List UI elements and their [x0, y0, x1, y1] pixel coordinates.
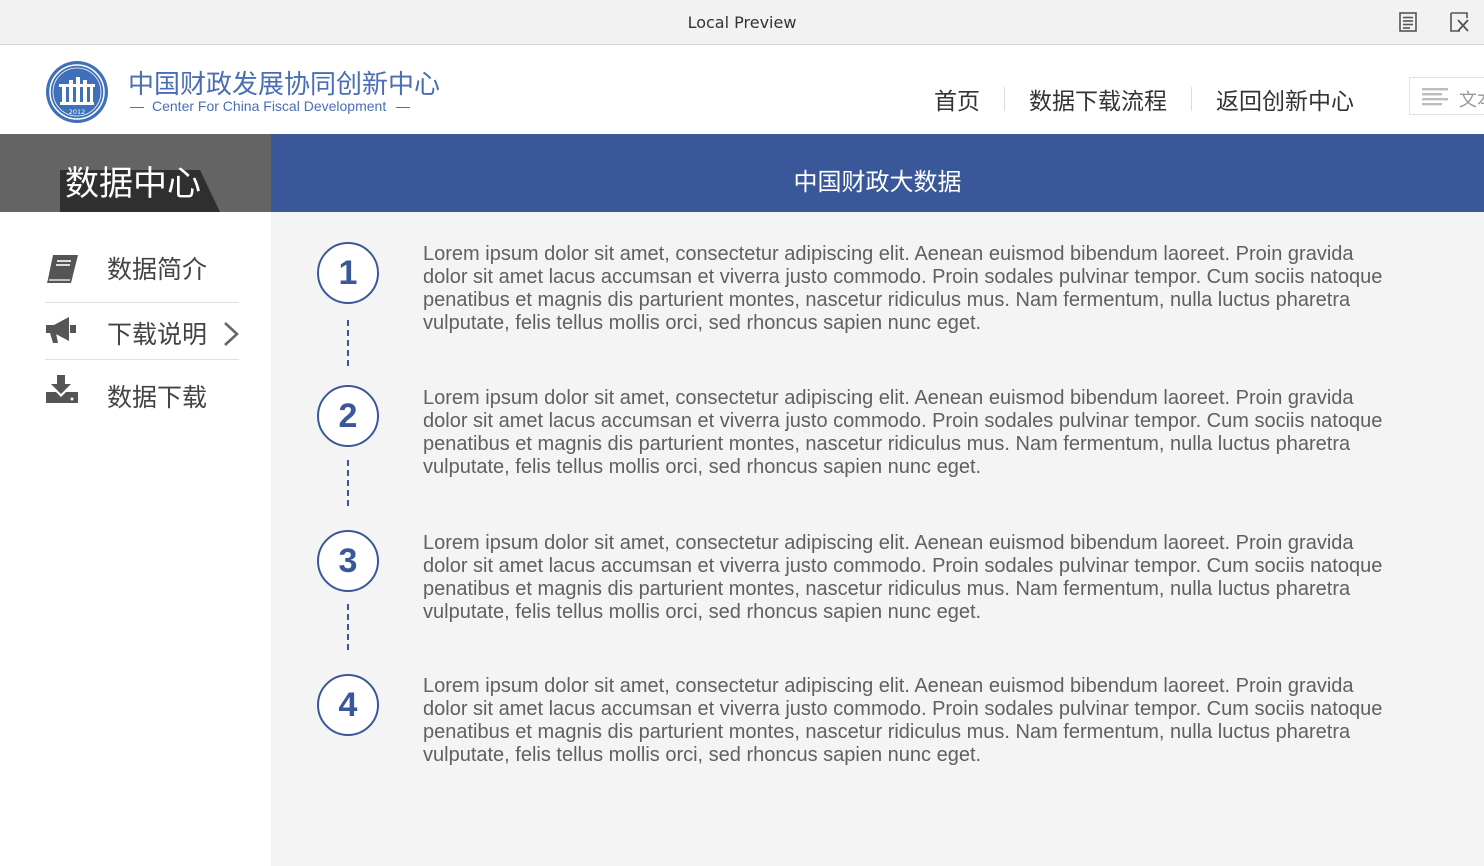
chevron-right-icon: [224, 322, 239, 346]
sidebar-item-data-intro[interactable]: 数据简介: [45, 238, 239, 298]
main-title: 中国财政大数据: [793, 168, 962, 196]
list-lines-icon: [1422, 88, 1448, 106]
step-connector: [347, 320, 349, 366]
step-connector: [347, 604, 349, 650]
step-description: Lorem ipsum dolor sit amet, consectetur …: [423, 243, 1383, 334]
sidebar-title: 数据中心: [65, 164, 201, 204]
download-tray-icon: [46, 375, 78, 403]
sidebar-item-label: 数据简介: [107, 255, 208, 284]
step-number-badge: 4: [317, 674, 379, 736]
brand-en-text: Center For China Fiscal Development: [152, 98, 387, 114]
close-icon[interactable]: [1448, 11, 1470, 33]
search-placeholder: 文本: [1459, 90, 1484, 111]
book-icon: [47, 255, 78, 283]
site-header: 2012 中国财政发展协同创新中心 Center For China Fisca…: [0, 46, 1484, 134]
step-connector: [347, 460, 349, 506]
brand-title-cn: 中国财政发展协同创新中心: [128, 70, 441, 100]
step-number-badge: 3: [317, 530, 379, 592]
brand-title-en: Center For China Fiscal Development: [130, 98, 411, 114]
step-description: Lorem ipsum dolor sit amet, consectetur …: [423, 532, 1383, 623]
logo-year: 2012: [69, 108, 86, 116]
cfdc-emblem-logo[interactable]: 2012: [45, 60, 109, 124]
sidebar-item-download-notes[interactable]: 下载说明: [45, 303, 239, 363]
megaphone-icon: [46, 317, 76, 343]
step-description: Lorem ipsum dolor sit amet, consectetur …: [423, 675, 1383, 766]
main-content: 1 Lorem ipsum dolor sit amet, consectetu…: [271, 212, 1484, 866]
sidebar-item-data-download[interactable]: 数据下载: [45, 366, 239, 426]
window-titlebar: Local Preview: [0, 0, 1484, 45]
sidebar-item-label: 下载说明: [107, 320, 208, 349]
main-banner: 中国财政大数据: [271, 134, 1484, 212]
step-number-badge: 1: [317, 242, 379, 304]
sidebar-item-label: 数据下载: [107, 383, 208, 412]
nav-item-back-to-center[interactable]: 返回创新中心: [1192, 82, 1378, 116]
step-number-badge: 2: [317, 385, 379, 447]
sidebar-divider: [45, 359, 239, 360]
sidebar-banner: 数据中心: [0, 134, 271, 212]
step-description: Lorem ipsum dolor sit amet, consectetur …: [423, 387, 1383, 478]
sidebar: 数据简介 下载说明 数据下载: [0, 212, 271, 866]
reader-mode-icon[interactable]: [1397, 11, 1419, 33]
window-title: Local Preview: [687, 13, 797, 32]
top-nav: 首页 数据下载流程 返回创新中心: [910, 82, 1378, 116]
nav-item-download-flow[interactable]: 数据下载流程: [1005, 82, 1191, 116]
search-input[interactable]: 文本: [1409, 77, 1484, 115]
nav-item-home[interactable]: 首页: [910, 82, 1004, 116]
